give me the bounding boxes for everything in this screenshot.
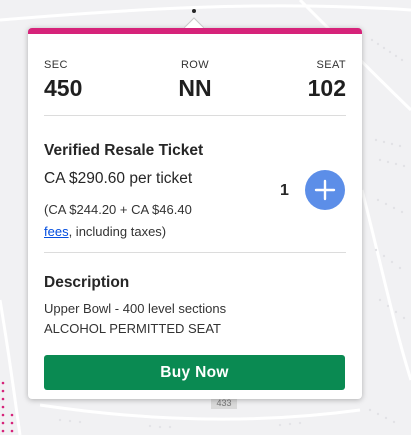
popover-caret: [184, 17, 204, 28]
seat-info: SEC 450 ROW NN SEAT 102: [44, 58, 346, 102]
description-line: ALCOHOL PERMITTED SEAT: [44, 321, 221, 336]
price-breakdown: (CA $244.20 + CA $46.40 fees, including t…: [44, 199, 264, 243]
row-label: ROW: [180, 59, 210, 71]
fees-link[interactable]: fees: [44, 224, 69, 239]
ticket-price: CA $290.60: [44, 170, 126, 187]
section-value: 450: [44, 75, 83, 101]
divider: [44, 252, 346, 253]
row-value: NN: [178, 75, 212, 101]
add-ticket-button[interactable]: [305, 170, 345, 210]
plus-icon: [314, 179, 336, 201]
buy-now-button[interactable]: Buy Now: [44, 355, 345, 390]
ticket-type: Verified Resale Ticket: [44, 142, 204, 159]
price-breakdown-suffix: , including taxes): [68, 224, 167, 239]
seat-column: SEAT 102: [308, 58, 346, 102]
description-line: Upper Bowl - 400 level sections: [44, 301, 227, 316]
price-suffix: per ticket: [125, 170, 193, 187]
section-label: SEC: [44, 59, 68, 71]
divider: [44, 115, 346, 116]
seat-label: SEAT: [316, 59, 346, 71]
map-section-tag: 433: [211, 398, 237, 409]
ticket-price-line: CA $290.60 per ticket: [44, 170, 192, 188]
price-breakdown-prefix: (CA $244.20 + CA $46.40: [44, 202, 192, 217]
seat-popover: SEC 450 ROW NN SEAT 102 Verified Resale …: [28, 17, 362, 399]
seat-value: 102: [307, 75, 346, 101]
section-column: SEC 450: [44, 58, 82, 102]
row-column: ROW NN: [178, 58, 211, 102]
quantity-value: 1: [280, 182, 289, 199]
description-title: Description: [44, 274, 130, 291]
